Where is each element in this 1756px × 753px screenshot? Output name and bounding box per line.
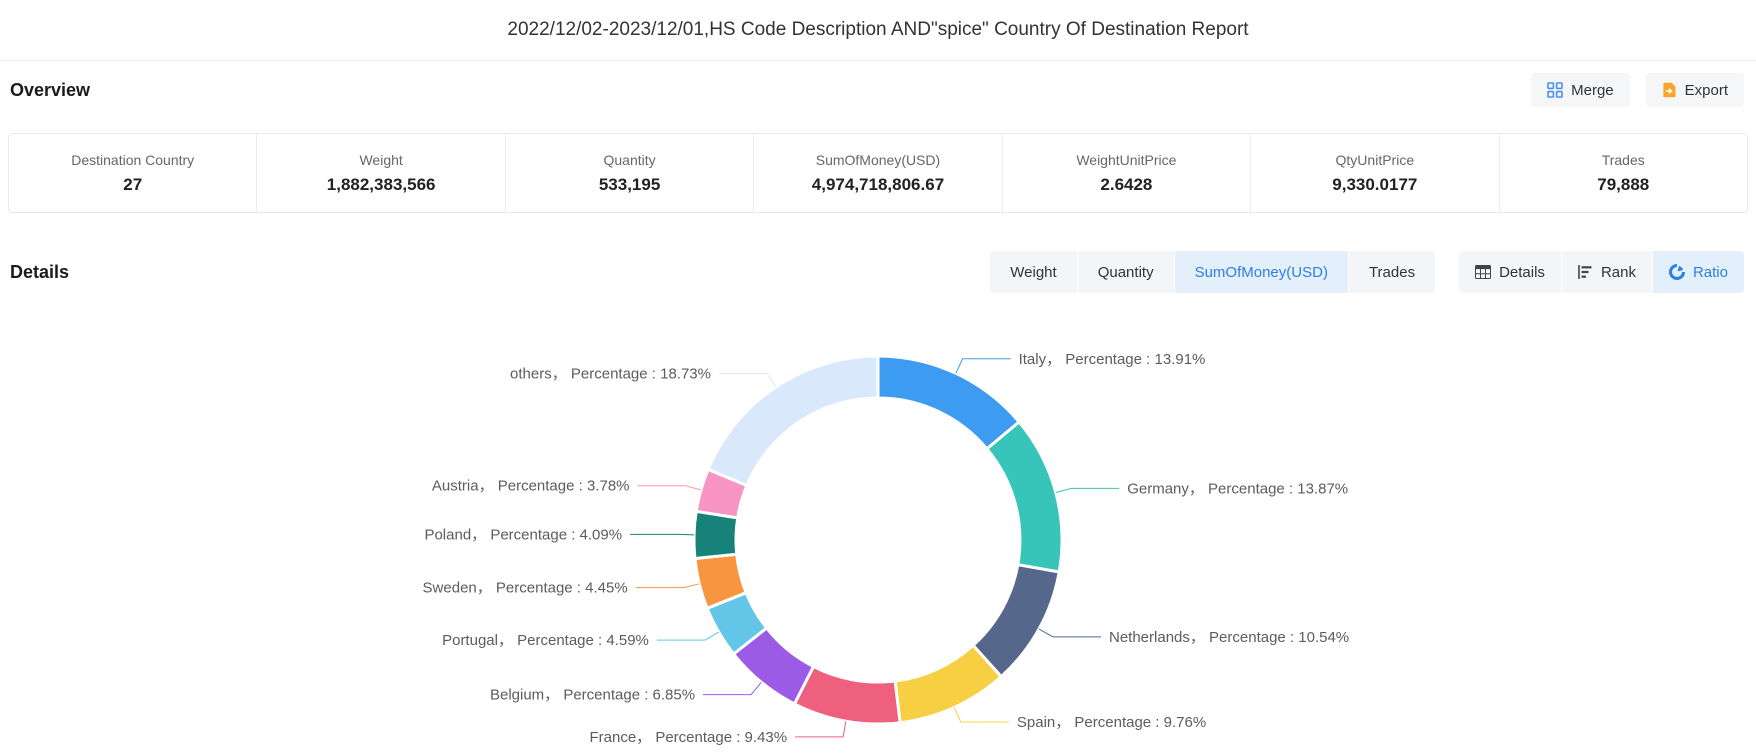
stat-label: QtyUnitPrice — [1336, 152, 1415, 168]
page-title: 2022/12/02-2023/12/01,HS Code Descriptio… — [507, 19, 1248, 41]
stat-value: 9,330.0177 — [1332, 175, 1417, 195]
view-button-group: Details Rank Ratio — [1459, 251, 1744, 293]
slice-label-france: France， Percentage : 9.43% — [589, 729, 787, 746]
stat-value: 533,195 — [599, 175, 660, 195]
slice-label-austria: Austria， Percentage : 3.78% — [432, 478, 630, 495]
leader-line-others — [719, 374, 776, 387]
stat-value: 2.6428 — [1100, 175, 1152, 195]
stat-label: Destination Country — [71, 152, 194, 168]
view-button-details[interactable]: Details — [1459, 251, 1561, 293]
overview-stats-card: Destination Country 27 Weight 1,882,383,566… — [8, 133, 1748, 213]
title-bar: 2022/12/02-2023/12/01,HS Code Descriptio… — [0, 0, 1756, 61]
slice-label-portugal: Portugal， Percentage : 4.59% — [442, 632, 649, 649]
export-button-label: Export — [1685, 82, 1728, 99]
leader-line-portugal — [657, 632, 719, 640]
slice-label-spain: Spain， Percentage : 9.76% — [1017, 714, 1206, 731]
leader-line-france — [795, 721, 846, 737]
tab-quantity[interactable]: Quantity — [1077, 251, 1174, 293]
leader-line-germany — [1056, 488, 1119, 492]
header-buttons: Merge Export — [1531, 73, 1744, 107]
stat-label: SumOfMoney(USD) — [816, 152, 940, 168]
leader-line-poland — [630, 534, 694, 535]
slice-poland[interactable] — [694, 511, 738, 558]
view-button-rank[interactable]: Rank — [1561, 251, 1652, 293]
rank-icon — [1578, 265, 1593, 279]
view-button-ratio[interactable]: Ratio — [1652, 251, 1744, 293]
export-button[interactable]: Export — [1646, 73, 1744, 107]
view-button-label: Details — [1499, 264, 1545, 281]
stat-label: Weight — [359, 152, 402, 168]
overview-heading: Overview — [10, 80, 90, 101]
stat-trades: Trades 79,888 — [1499, 134, 1747, 212]
stat-qtyunitprice: QtyUnitPrice 9,330.0177 — [1250, 134, 1498, 212]
details-controls: WeightQuantitySumOfMoney(USD)Trades Deta… — [990, 251, 1744, 293]
leader-line-austria — [638, 486, 701, 490]
details-header: Details WeightQuantitySumOfMoney(USD)Tra… — [10, 251, 1744, 293]
slice-label-poland: Poland， Percentage : 4.09% — [424, 526, 622, 543]
slice-label-netherlands: Netherlands， Percentage : 10.54% — [1109, 629, 1349, 646]
leader-line-sweden — [636, 584, 700, 588]
donut-icon — [1669, 264, 1685, 280]
stat-weight: Weight 1,882,383,566 — [256, 134, 504, 212]
merge-button[interactable]: Merge — [1531, 73, 1630, 107]
stat-value: 27 — [123, 175, 142, 195]
slice-label-italy: Italy， Percentage : 13.91% — [1019, 351, 1206, 368]
stat-label: Quantity — [603, 152, 655, 168]
view-button-label: Rank — [1601, 264, 1636, 281]
tab-trades[interactable]: Trades — [1348, 251, 1435, 293]
slice-italy[interactable] — [878, 356, 1019, 449]
slice-label-others: others， Percentage : 18.73% — [510, 366, 711, 383]
merge-icon — [1547, 82, 1563, 98]
stat-destination-country: Destination Country 27 — [9, 134, 256, 212]
stat-sumofmoney-usd: SumOfMoney(USD) 4,974,718,806.67 — [753, 134, 1001, 212]
leader-line-belgium — [703, 682, 761, 694]
stat-label: Trades — [1602, 152, 1645, 168]
report-page: 2022/12/02-2023/12/01,HS Code Descriptio… — [0, 0, 1756, 753]
metric-tab-group: WeightQuantitySumOfMoney(USD)Trades — [990, 251, 1435, 293]
stat-label: WeightUnitPrice — [1076, 152, 1176, 168]
stat-quantity: Quantity 533,195 — [505, 134, 753, 212]
tab-sumofmoney-usd[interactable]: SumOfMoney(USD) — [1174, 251, 1348, 293]
leader-line-netherlands — [1039, 629, 1101, 637]
leader-line-italy — [956, 359, 1011, 374]
stat-value: 1,882,383,566 — [327, 175, 436, 195]
table-icon — [1475, 265, 1491, 279]
details-heading: Details — [10, 262, 69, 283]
slice-germany[interactable] — [987, 422, 1062, 572]
leader-line-spain — [954, 708, 1009, 723]
slice-others[interactable] — [708, 356, 878, 486]
stat-value: 4,974,718,806.67 — [812, 175, 944, 195]
export-icon — [1662, 82, 1677, 98]
donut-chart: Italy， Percentage : 13.91% Germany， Perce… — [0, 295, 1756, 753]
slice-spain[interactable] — [895, 645, 1001, 722]
slice-label-belgium: Belgium， Percentage : 6.85% — [490, 687, 695, 704]
merge-button-label: Merge — [1571, 82, 1614, 99]
tab-weight[interactable]: Weight — [990, 251, 1076, 293]
view-button-label: Ratio — [1693, 264, 1728, 281]
slice-label-germany: Germany， Percentage : 13.87% — [1127, 480, 1348, 497]
stat-value: 79,888 — [1597, 175, 1649, 195]
overview-header: Overview Merge Export — [10, 72, 1744, 108]
slice-label-sweden: Sweden， Percentage : 4.45% — [423, 580, 628, 597]
stat-weightunitprice: WeightUnitPrice 2.6428 — [1002, 134, 1250, 212]
